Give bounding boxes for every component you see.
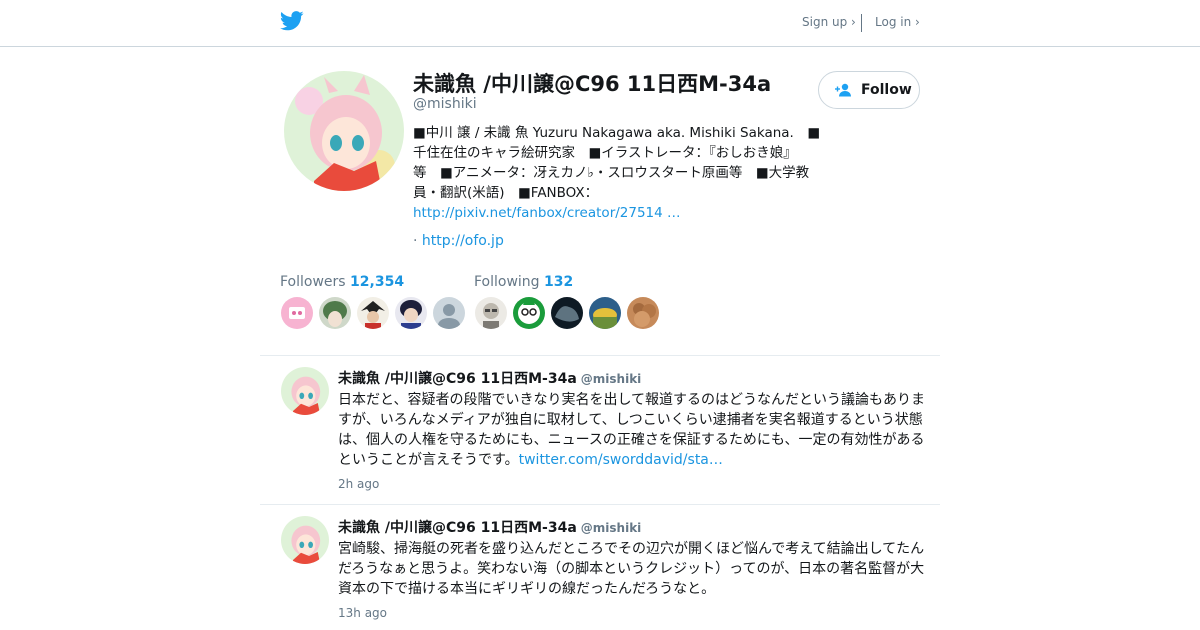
following-avatar[interactable] [589,297,621,329]
bio-line: 等 ■アニメータ：冴えカノ♭・スロウスタート原画等 ■大学教 [413,165,810,181]
profile-bio: ■中川 譲 / 未識 魚 Yuzuru Nakagawa aka. Mishik… [413,123,828,223]
following-avatar[interactable] [627,297,659,329]
topbar-divider [861,14,862,32]
tweet-line: 宮崎駿、掃海艇の死者を盛り込んだところでその辺穴が開くほど悩んで考えて結論出して… [338,541,925,557]
tweet-avatar[interactable] [281,367,329,415]
follow-button-label: Follow [861,82,912,98]
following-avatar[interactable] [551,297,583,329]
following-stat[interactable]: Following 132 [474,274,573,290]
tweet-text: 宮崎駿、掃海艇の死者を盛り込んだところでその辺穴が開くほど悩んで考えて結論出して… [338,539,933,599]
follower-avatar[interactable] [357,297,389,329]
tweet-divider [260,504,940,505]
twitter-bird-icon[interactable] [280,11,304,31]
bio-line: 員・翻訳(米語) ■FANBOX： [413,185,599,201]
tweet-author-handle: @mishiki [580,372,642,386]
tweet-avatar[interactable] [281,516,329,564]
tweet-line: ということが言えそうです。twitter.com/sworddavid/sta… [338,450,933,470]
sign-up-link[interactable]: Sign up › [802,15,856,29]
following-label: Following [474,274,540,290]
following-avatar[interactable] [513,297,545,329]
follower-avatar[interactable] [433,297,465,329]
tweet-timestamp[interactable]: 13h ago [338,606,387,620]
bio-link[interactable]: http://pixiv.net/fanbox/creator/27514 … [413,203,828,223]
following-avatar[interactable] [475,297,507,329]
tweet-line: すが、いろんなメディアが独自に取材して、しつこいくらい逮捕者を実名報道するという… [338,412,923,428]
tweet-line: は、個人の人権を守るためにも、ニュースの正確さを保証するためにも、一定の有効性が… [338,432,925,448]
profile-avatar[interactable] [284,71,404,191]
tweet-author[interactable]: 未識魚 /中川譲@C96 11日西M-34a @mishiki [338,368,641,388]
follower-avatar[interactable] [319,297,351,329]
tweet-line: だろうなぁと思うよ。笑わない海（の脚本というクレジット）ってのが、日本の著名監督… [338,561,925,577]
top-bar: Sign up › Log in › [0,0,1200,47]
profile-website: · http://ofo.jp [413,233,504,249]
followers-count: 12,354 [350,274,405,290]
log-in-link[interactable]: Log in › [875,15,920,29]
website-prefix: · [413,233,422,249]
tweet-line: 資本の下で描ける本当にギリギリの線だったんだろうなと。 [338,581,716,597]
website-link[interactable]: http://ofo.jp [422,233,504,249]
profile-handle: @mishiki [413,96,477,112]
tweet-author-name: 未識魚 /中川譲@C96 11日西M-34a [338,371,577,387]
tweet-author-name: 未識魚 /中川譲@C96 11日西M-34a [338,520,577,536]
follow-button[interactable]: Follow [818,71,920,109]
tweet-line-text: ということが言えそうです。 [338,452,519,468]
follower-avatar[interactable] [281,297,313,329]
tweet-timestamp[interactable]: 2h ago [338,477,379,491]
tweet-author[interactable]: 未識魚 /中川譲@C96 11日西M-34a @mishiki [338,517,641,537]
follower-avatar[interactable] [395,297,427,329]
tweet-link[interactable]: twitter.com/sworddavid/sta… [519,452,723,468]
followers-stat[interactable]: Followers 12,354 [280,274,404,290]
following-count: 132 [544,274,574,290]
tweet-line: 日本だと、容疑者の段階でいきなり実名を出して報道するのはどうなんだという議論もあ… [338,392,926,408]
tweet-text: 日本だと、容疑者の段階でいきなり実名を出して報道するのはどうなんだという議論もあ… [338,390,933,470]
bio-line: ■中川 譲 / 未識 魚 Yuzuru Nakagawa aka. Mishik… [413,125,821,141]
profile-name: 未識魚 /中川譲@C96 11日西M-34a [413,72,772,96]
bio-line: 千住在住のキャラ絵研究家 ■イラストレータ：『おしおき娘』 [413,145,797,161]
followers-label: Followers [280,274,346,290]
add-person-icon [835,83,851,97]
timeline-divider [260,355,940,356]
tweet-author-handle: @mishiki [580,521,642,535]
